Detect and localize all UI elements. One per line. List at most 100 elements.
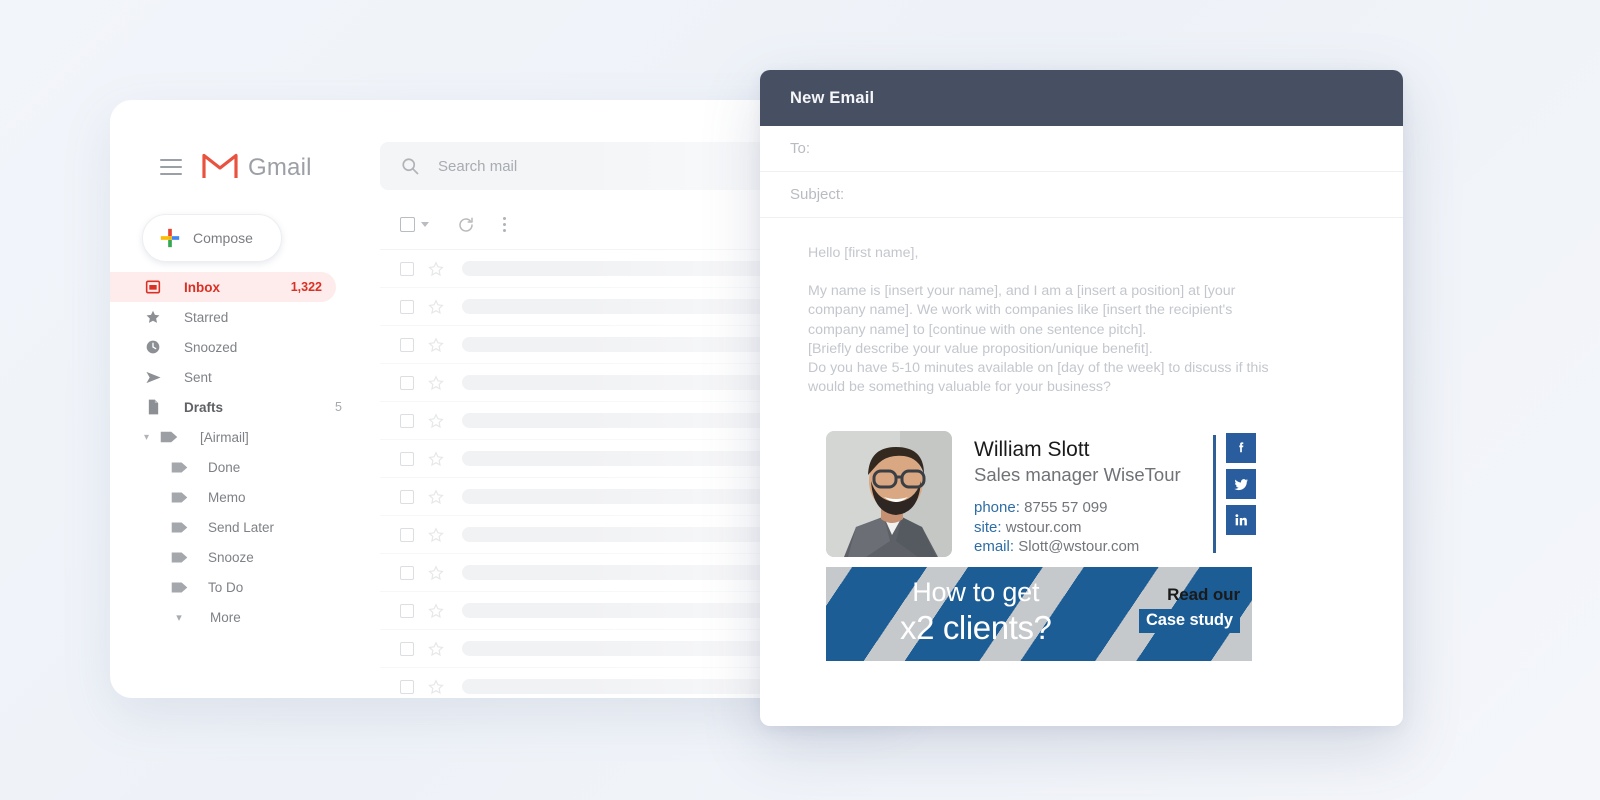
mail-row-checkbox[interactable] <box>400 375 414 390</box>
label-icon <box>168 577 190 597</box>
star-icon[interactable] <box>428 374 444 391</box>
mail-row-checkbox[interactable] <box>400 679 414 694</box>
signature-info: William Slott Sales manager WiseTour pho… <box>974 431 1207 557</box>
mail-row-checkbox[interactable] <box>400 299 414 314</box>
contact-phone-value: 8755 57 099 <box>1024 499 1108 517</box>
gmail-sidebar: Compose Inbox 1,322 Starred Snoozed Sent… <box>110 200 370 632</box>
sidebar-item-inbox[interactable]: Inbox 1,322 <box>110 272 336 302</box>
mail-row-checkbox[interactable] <box>400 337 414 352</box>
chevron-down-icon: ▾ <box>176 611 182 624</box>
banner-cta[interactable]: Read our Case study <box>1138 585 1240 634</box>
signature-name: William Slott <box>974 438 1090 462</box>
body-greeting: Hello [first name], <box>808 245 919 261</box>
banner-line-2: x2 clients? <box>900 609 1052 647</box>
inbox-icon <box>142 277 164 297</box>
mail-row-checkbox[interactable] <box>400 489 414 504</box>
star-icon[interactable] <box>428 298 444 315</box>
label-icon <box>158 427 180 447</box>
sidebar-item-label: Snoozed <box>184 339 238 355</box>
sidebar-item-label: Send Later <box>208 519 275 535</box>
star-icon <box>142 307 164 327</box>
star-icon[interactable] <box>428 564 444 581</box>
search-input[interactable] <box>438 157 738 175</box>
email-body[interactable]: Hello [first name], My name is [insert y… <box>760 218 1403 662</box>
case-study-banner[interactable]: How to get x2 clients? Read our Case stu… <box>826 567 1252 662</box>
mail-row-checkbox[interactable] <box>400 451 414 466</box>
star-icon[interactable] <box>428 640 444 657</box>
contact-site-label: site: <box>974 518 1002 536</box>
select-all-checkbox[interactable] <box>400 217 415 232</box>
banner-headline: How to get x2 clients? <box>900 579 1052 647</box>
sidebar-item-to-do[interactable]: To Do <box>110 572 370 602</box>
hamburger-icon[interactable] <box>160 159 182 175</box>
sidebar-item-memo[interactable]: Memo <box>110 482 370 512</box>
sidebar-item-snoozed[interactable]: Snoozed <box>110 332 370 362</box>
refresh-icon[interactable] <box>457 216 475 234</box>
sidebar-item-label: Inbox <box>184 279 220 295</box>
star-icon[interactable] <box>428 488 444 505</box>
screenshot-stage: Gmail Compose <box>0 0 1600 800</box>
email-signature: William Slott Sales manager WiseTour pho… <box>826 431 1256 662</box>
facebook-icon[interactable] <box>1226 433 1256 464</box>
twitter-icon[interactable] <box>1226 469 1256 500</box>
mail-row-checkbox[interactable] <box>400 413 414 428</box>
contact-site-value[interactable]: wstour.com <box>1006 519 1082 536</box>
contact-site: site: wstour.com <box>974 518 1207 538</box>
body-paragraph: My name is [insert your name], and I am … <box>808 283 1269 396</box>
contact-phone: phone: 8755 57 099 <box>974 498 1207 518</box>
star-icon[interactable] <box>428 602 444 619</box>
compose-title: New Email <box>790 88 875 107</box>
sidebar-item-airmail[interactable]: ▾ [Airmail] <box>110 422 370 452</box>
sidebar-item-label: Done <box>208 459 241 475</box>
sidebar-item-label: Memo <box>208 489 246 505</box>
sidebar-item-drafts[interactable]: Drafts 5 <box>110 392 370 422</box>
sidebar-item-label: Snooze <box>208 549 254 565</box>
signature-top: William Slott Sales manager WiseTour pho… <box>826 431 1256 558</box>
star-icon[interactable] <box>428 412 444 429</box>
to-field-row[interactable]: To: <box>760 126 1403 172</box>
label-icon <box>168 547 190 567</box>
plus-icon <box>160 228 180 248</box>
more-vertical-icon[interactable] <box>503 217 506 232</box>
sidebar-item-label: Drafts <box>184 399 224 415</box>
sidebar-item-send-later[interactable]: Send Later <box>110 512 370 542</box>
signature-role: Sales manager WiseTour <box>974 464 1181 486</box>
inbox-count: 1,322 <box>290 280 322 294</box>
compose-email-panel: New Email To: Subject: Hello [first name… <box>760 70 1403 726</box>
label-icon <box>168 517 190 537</box>
compose-button[interactable]: Compose <box>142 214 282 262</box>
star-icon[interactable] <box>428 526 444 543</box>
chevron-down-icon[interactable] <box>421 222 429 227</box>
mail-row-checkbox[interactable] <box>400 641 414 656</box>
sidebar-item-sent[interactable]: Sent <box>110 362 370 392</box>
banner-case-study-button[interactable]: Case study <box>1138 609 1240 634</box>
social-links <box>1226 431 1256 536</box>
subject-field-row[interactable]: Subject: <box>760 172 1403 218</box>
sidebar-item-label: Sent <box>184 369 212 385</box>
gmail-wordmark: Gmail <box>248 154 312 181</box>
signature-contacts: phone: 8755 57 099 site: wstour.com emai… <box>974 498 1207 557</box>
sidebar-item-label: More <box>210 609 241 625</box>
star-icon[interactable] <box>428 336 444 353</box>
sidebar-item-label: To Do <box>208 579 244 595</box>
signature-divider <box>1213 435 1216 554</box>
contact-email-value[interactable]: Slott@wstour.com <box>1018 538 1139 555</box>
mail-row-checkbox[interactable] <box>400 603 414 618</box>
sidebar-item-done[interactable]: Done <box>110 452 370 482</box>
sidebar-item-snooze[interactable]: Snooze <box>110 542 370 572</box>
sidebar-item-starred[interactable]: Starred <box>110 302 370 332</box>
sidebar-item-label: [Airmail] <box>200 429 249 445</box>
gmail-logo-icon <box>202 150 238 180</box>
chevron-down-icon[interactable]: ▾ <box>144 432 149 443</box>
contact-email-label: email: <box>974 538 1015 556</box>
sidebar-item-more[interactable]: ▾ More <box>110 602 370 632</box>
mail-row-checkbox[interactable] <box>400 527 414 542</box>
banner-read-label: Read our <box>1167 585 1240 605</box>
linkedin-icon[interactable] <box>1226 505 1256 536</box>
star-icon[interactable] <box>428 260 444 277</box>
contact-email: email: Slott@wstour.com <box>974 537 1207 557</box>
star-icon[interactable] <box>428 678 444 695</box>
mail-row-checkbox[interactable] <box>400 565 414 580</box>
star-icon[interactable] <box>428 450 444 467</box>
mail-row-checkbox[interactable] <box>400 261 414 276</box>
